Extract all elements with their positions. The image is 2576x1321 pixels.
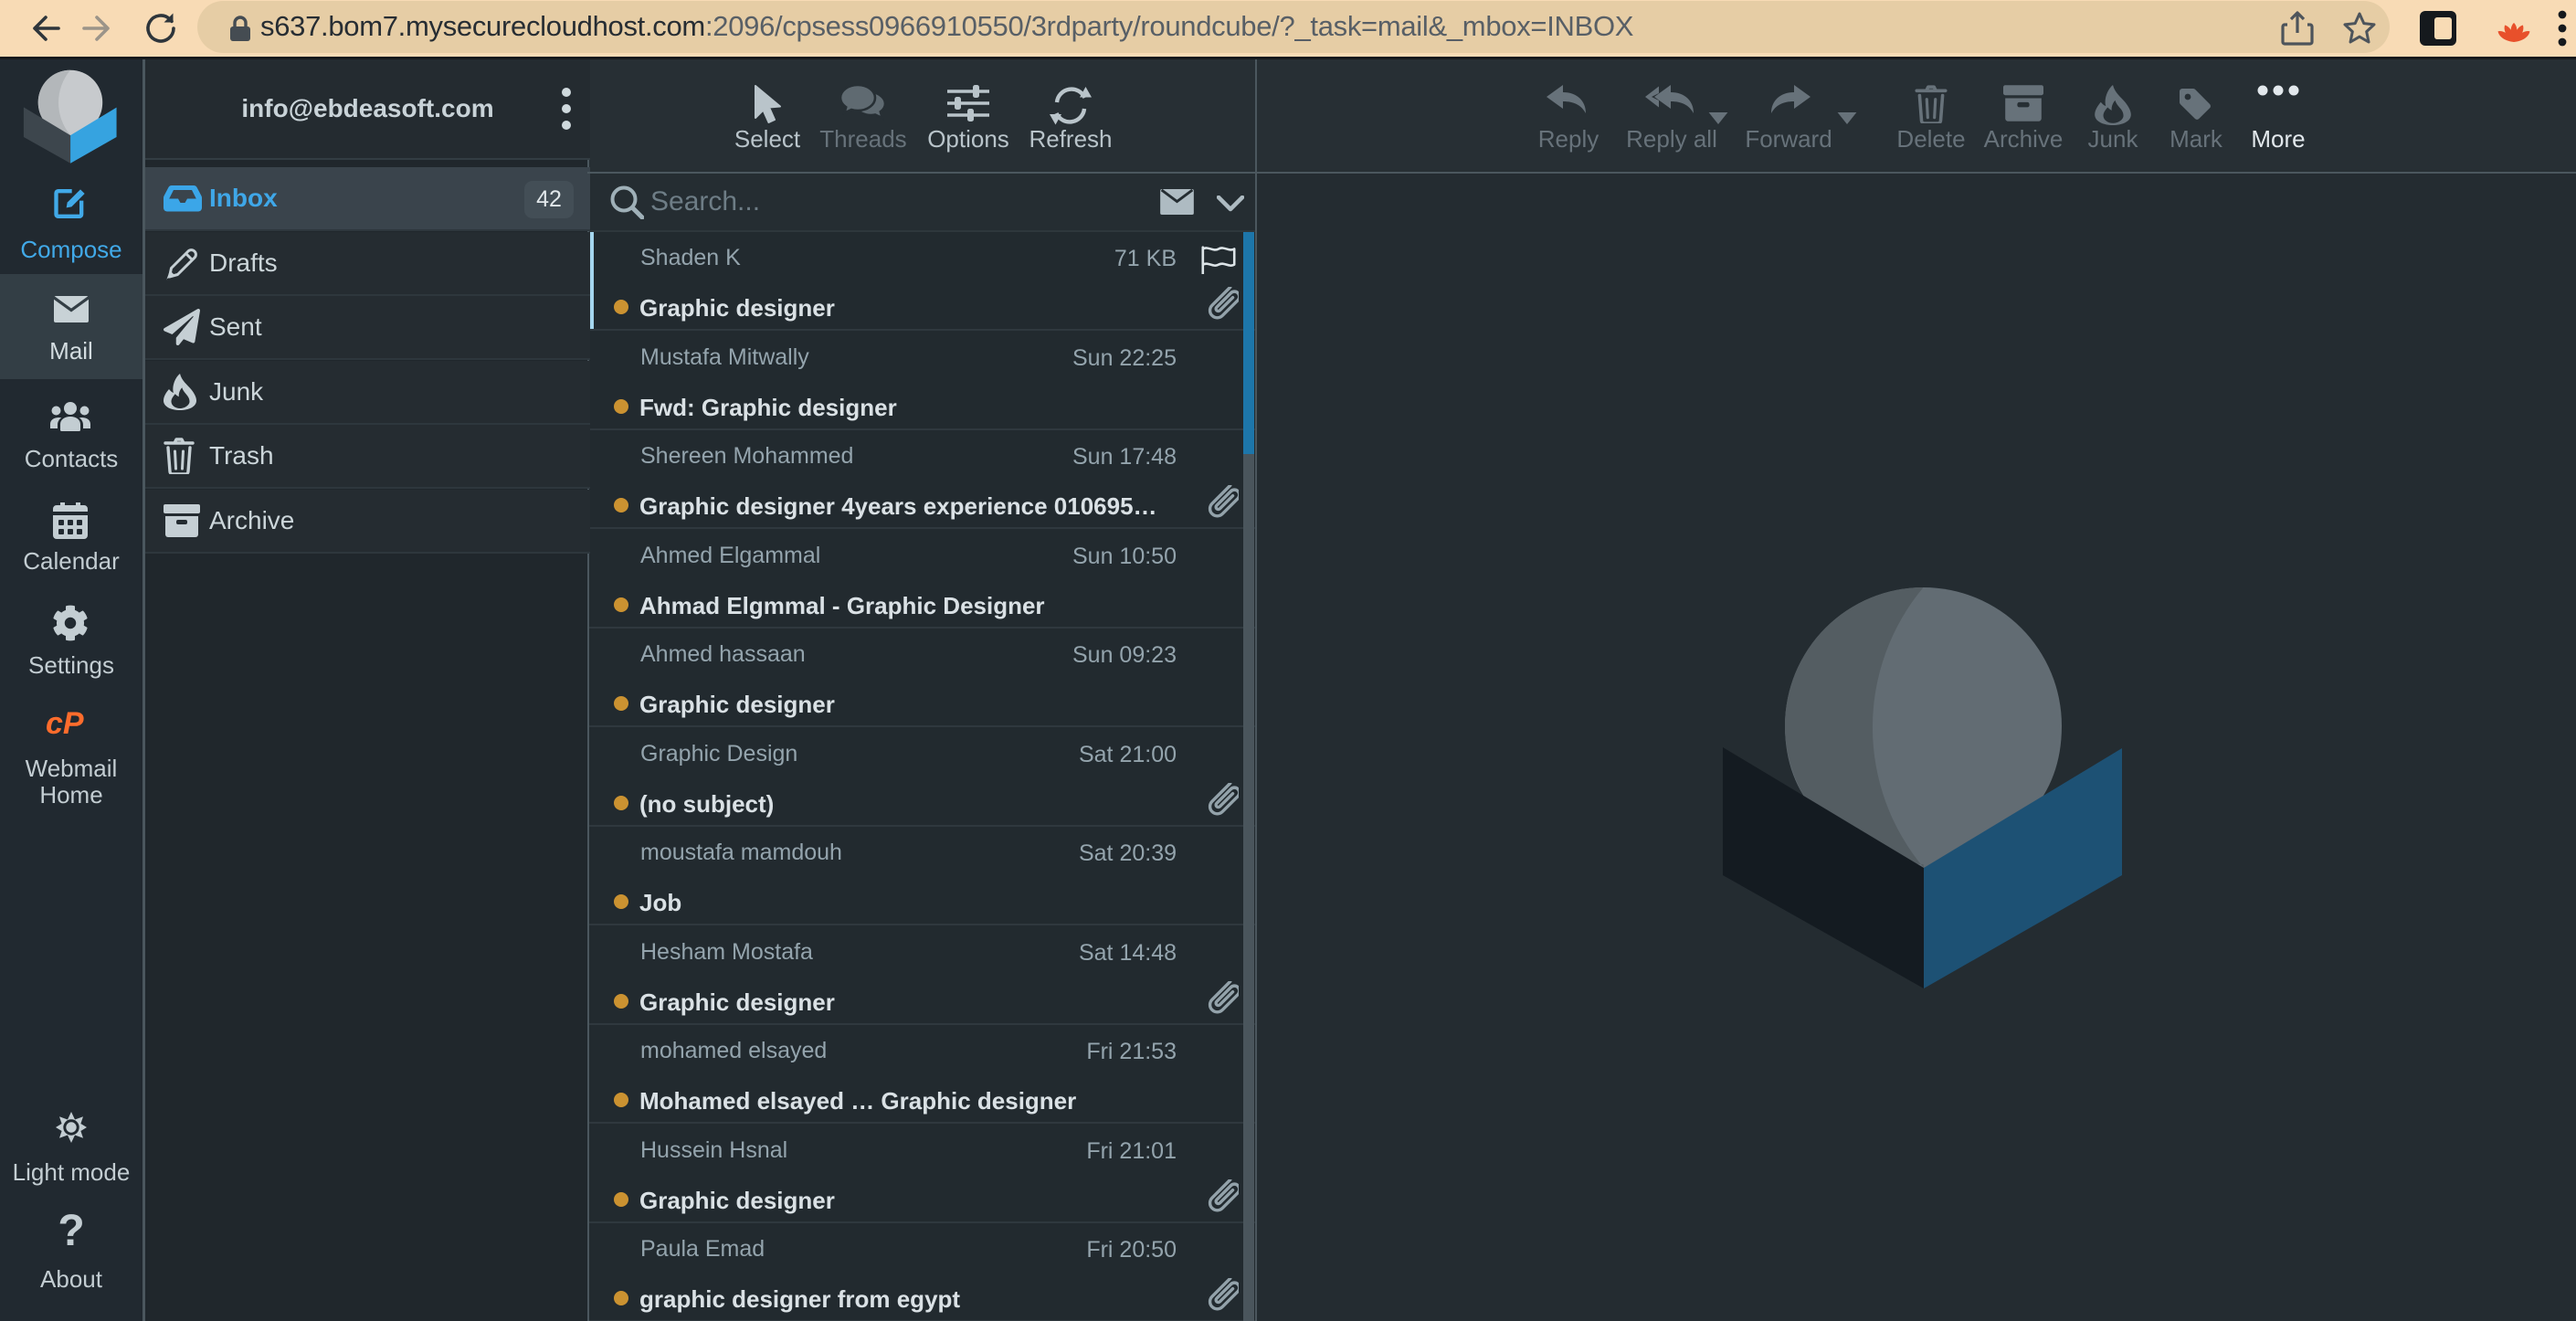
svg-text:cP: cP bbox=[46, 707, 84, 740]
